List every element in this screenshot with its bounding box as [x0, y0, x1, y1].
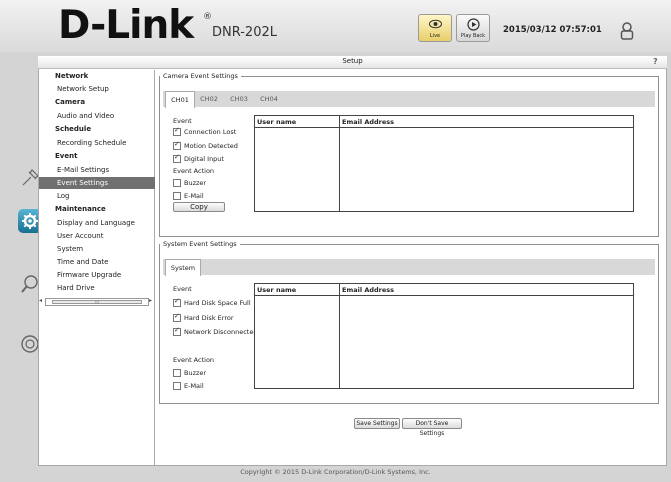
nav-item-recording-schedule[interactable]: Recording Schedule — [39, 137, 155, 149]
camera-col-email: Email Address — [342, 118, 395, 126]
connection-lost-checkbox[interactable] — [173, 126, 181, 136]
save-settings-button[interactable]: Save Settings — [354, 418, 400, 429]
panel-titlebar: Setup ? — [38, 56, 667, 69]
nav-section-event: Event — [55, 152, 78, 160]
registered-mark: ® — [203, 12, 212, 22]
system-recipient-table: User name Email Address — [254, 283, 634, 389]
disk-full-checkbox[interactable] — [173, 297, 181, 307]
scroll-grip: III — [95, 300, 99, 305]
nav-section-network: Network — [55, 72, 89, 80]
live-label: Live — [429, 33, 441, 39]
system-buzzer-checkbox[interactable] — [173, 369, 181, 377]
playback-button[interactable]: Play Back — [456, 14, 490, 42]
camera-table-header — [255, 116, 633, 128]
tab-ch03[interactable]: CH03 — [225, 91, 253, 107]
camera-buzzer-option[interactable]: Buzzer — [173, 179, 206, 187]
disk-error-label: Hard Disk Error — [184, 314, 234, 322]
datetime-display: 2015/03/12 07:57:01 — [503, 25, 602, 35]
playback-label: Play Back — [460, 33, 486, 39]
nav-item-audio-video[interactable]: Audio and Video — [39, 110, 155, 122]
system-table-header — [255, 284, 633, 296]
camera-email-checkbox[interactable] — [173, 192, 181, 200]
disk-error-option[interactable]: Hard Disk Error — [173, 312, 234, 322]
nav-item-log[interactable]: Log — [39, 190, 155, 202]
camera-event-label: Event — [173, 117, 192, 125]
nav-section-camera: Camera — [55, 98, 86, 106]
camera-action-label: Event Action — [173, 167, 215, 175]
camera-col-user: User name — [257, 118, 297, 126]
disk-full-option[interactable]: Hard Disk Space Full — [173, 297, 251, 307]
camera-event-legend: Camera Event Settings — [160, 72, 241, 80]
copy-button[interactable]: Copy — [173, 202, 225, 212]
page-title: Setup — [342, 57, 363, 65]
help-icon[interactable]: ? — [653, 57, 658, 66]
nav-section-schedule: Schedule — [55, 125, 92, 133]
digital-input-label: Digital Input — [184, 155, 224, 163]
tab-ch02[interactable]: CH02 — [195, 91, 223, 107]
nav-horizontal-scrollbar[interactable]: III — [45, 298, 149, 306]
disk-full-label: Hard Disk Space Full — [184, 299, 251, 307]
copyright-footer: Copyright © 2015 D-Link Corporation/D-Li… — [240, 468, 431, 476]
system-action-label: Event Action — [173, 356, 215, 364]
live-view-icon — [429, 19, 442, 29]
motion-detected-label: Motion Detected — [184, 142, 238, 150]
system-email-option[interactable]: E-Mail — [173, 382, 204, 390]
system-event-legend: System Event Settings — [160, 240, 240, 248]
nav-section-maintenance: Maintenance — [55, 205, 106, 213]
nav-item-display-language[interactable]: Display and Language — [39, 217, 155, 229]
system-table-divider — [339, 284, 340, 388]
system-event-label: Event — [173, 285, 192, 293]
camera-email-label: E-Mail — [184, 192, 204, 200]
play-icon — [467, 18, 480, 31]
nav-item-system[interactable]: System — [39, 243, 155, 255]
system-col-user: User name — [257, 286, 297, 294]
channel-tabbar: CH01 CH02 CH03 CH04 — [163, 91, 655, 108]
network-disconnected-label: Network Disconnected. — [184, 328, 260, 336]
motion-detected-checkbox[interactable] — [173, 140, 181, 150]
digital-input-checkbox[interactable] — [173, 153, 181, 163]
scroll-right-arrow[interactable]: ▸ — [149, 297, 152, 304]
motion-detected-option[interactable]: Motion Detected — [173, 140, 238, 150]
network-disconnected-option[interactable]: Network Disconnected. — [173, 326, 260, 336]
nav-item-firmware-upgrade[interactable]: Firmware Upgrade — [39, 269, 155, 281]
disk-error-checkbox[interactable] — [173, 312, 181, 322]
nav-item-time-date[interactable]: Time and Date — [39, 256, 155, 268]
dlink-logo: D-Link — [58, 3, 194, 48]
system-buzzer-label: Buzzer — [184, 369, 207, 377]
scroll-left-arrow[interactable]: ◂ — [39, 297, 42, 304]
camera-buzzer-checkbox[interactable] — [173, 179, 181, 187]
tab-system[interactable]: System — [165, 259, 201, 276]
camera-buzzer-label: Buzzer — [184, 179, 207, 187]
model-name: DNR-202L — [212, 25, 277, 40]
system-col-email: Email Address — [342, 286, 395, 294]
nav-item-hard-drive[interactable]: Hard Drive — [39, 282, 155, 294]
user-icon[interactable] — [620, 22, 634, 40]
setup-navigation: Network Network Setup Camera Audio and V… — [39, 70, 155, 465]
dont-save-settings-button[interactable]: Don't Save Settings — [402, 418, 462, 437]
network-disconnected-checkbox[interactable] — [173, 326, 181, 336]
system-email-checkbox[interactable] — [173, 382, 181, 390]
nav-item-network-setup[interactable]: Network Setup — [39, 83, 155, 95]
system-buzzer-option[interactable]: Buzzer — [173, 369, 206, 377]
connection-lost-option[interactable]: Connection Lost — [173, 126, 237, 136]
system-email-label: E-Mail — [184, 382, 204, 390]
camera-recipient-table: User name Email Address — [254, 115, 634, 212]
live-button[interactable]: Live — [418, 14, 452, 42]
digital-input-option[interactable]: Digital Input — [173, 153, 224, 163]
system-tabbar: System — [163, 259, 655, 276]
nav-scroll-thumb[interactable]: III — [52, 300, 142, 305]
nav-item-event-settings[interactable]: Event Settings — [39, 177, 155, 189]
nav-item-email-settings[interactable]: E-Mail Settings — [39, 164, 155, 176]
connection-lost-label: Connection Lost — [184, 128, 237, 136]
camera-email-option[interactable]: E-Mail — [173, 192, 204, 200]
nav-item-user-account[interactable]: User Account — [39, 230, 155, 242]
tab-ch04[interactable]: CH04 — [255, 91, 283, 107]
camera-table-divider — [339, 116, 340, 211]
tab-ch01[interactable]: CH01 — [165, 91, 195, 108]
